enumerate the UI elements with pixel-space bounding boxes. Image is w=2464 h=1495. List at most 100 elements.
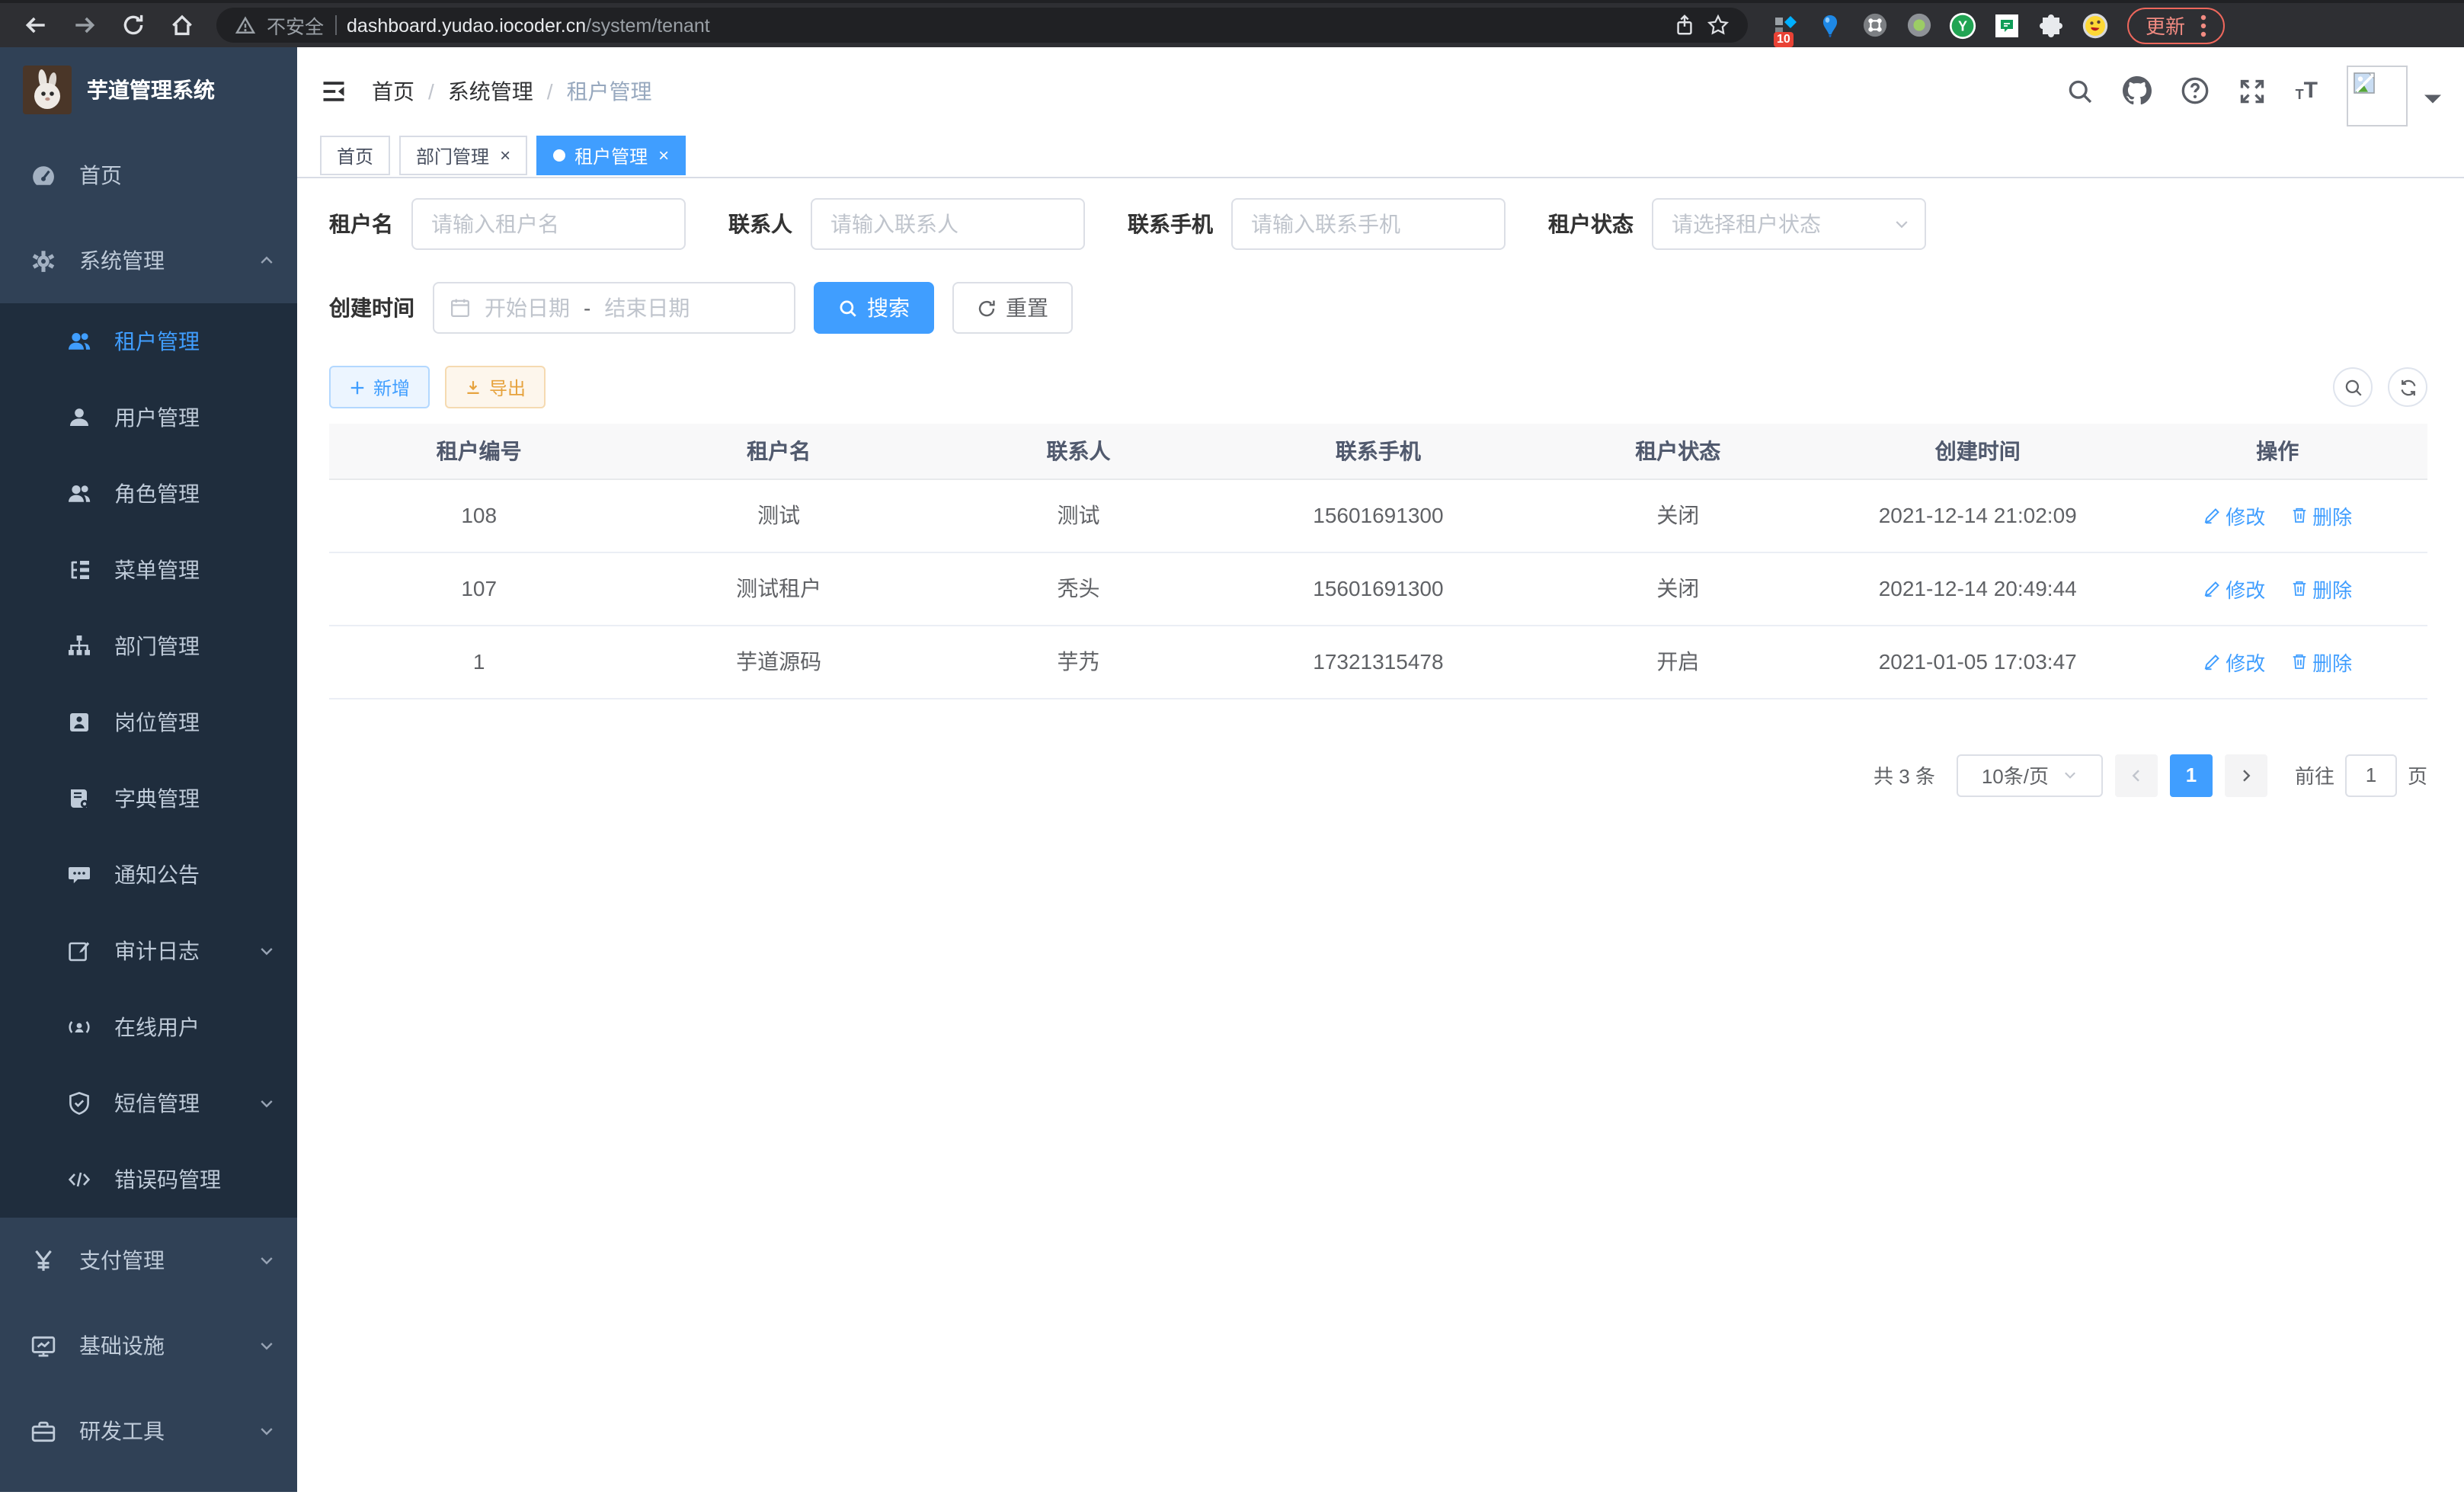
browser-home-icon[interactable] <box>162 5 201 45</box>
help-icon[interactable] <box>2181 76 2210 105</box>
reset-button[interactable]: 重置 <box>952 282 1073 334</box>
yen-icon <box>30 1247 56 1273</box>
edit-link[interactable]: 修改 <box>2203 647 2265 676</box>
extension-record-icon[interactable] <box>1905 11 1932 39</box>
close-icon[interactable]: × <box>500 146 510 165</box>
sidebar-item-label: 在线用户 <box>114 1012 276 1042</box>
chevron-down-icon <box>258 1094 276 1112</box>
breadcrumb-item-system[interactable]: 系统管理 <box>448 75 533 106</box>
tab-home[interactable]: 首页 <box>320 136 390 175</box>
tenant-name-label: 租户名 <box>329 209 393 239</box>
extension-puzzle-icon[interactable] <box>2037 11 2065 39</box>
avatar-caret-icon[interactable] <box>2424 92 2441 104</box>
navbar-actions: TT <box>2067 56 2441 126</box>
browser-update-button[interactable]: 更新 <box>2127 7 2225 43</box>
toggle-search-button[interactable] <box>2333 367 2373 407</box>
close-icon[interactable]: × <box>658 146 669 165</box>
mobile-input[interactable] <box>1231 198 1506 250</box>
tab-tenant[interactable]: 租户管理 × <box>536 136 686 175</box>
extension-chat-icon[interactable] <box>1993 11 2021 39</box>
sidebar-item-tenant[interactable]: 租户管理 <box>0 303 297 379</box>
col-actions: 操作 <box>2127 424 2427 479</box>
sidebar-item-post[interactable]: 岗位管理 <box>0 684 297 760</box>
dashboard-icon <box>30 162 56 188</box>
next-page-button[interactable] <box>2225 754 2267 796</box>
date-range-picker[interactable]: 开始日期 - 结束日期 <box>433 282 795 334</box>
tenant-name-input[interactable] <box>411 198 686 250</box>
cell-contact: 测试 <box>929 479 1228 552</box>
roles-icon <box>67 482 91 506</box>
not-secure-label[interactable]: 不安全 <box>267 11 324 40</box>
search-icon[interactable] <box>2067 77 2094 104</box>
sidebar-item-home[interactable]: 首页 <box>0 133 297 218</box>
prev-page-button[interactable] <box>2115 754 2158 796</box>
sidebar-item-sms[interactable]: 短信管理 <box>0 1065 297 1141</box>
font-size-icon[interactable]: TT <box>2296 79 2318 102</box>
sidebar-item-menu[interactable]: 菜单管理 <box>0 532 297 608</box>
delete-link[interactable]: 删除 <box>2290 574 2352 603</box>
share-icon[interactable] <box>1673 14 1696 37</box>
sidebar-item-dict[interactable]: 字典管理 <box>0 760 297 837</box>
fullscreen-icon[interactable] <box>2239 77 2267 104</box>
sidebar-item-system[interactable]: 系统管理 <box>0 218 297 303</box>
page-1-button[interactable]: 1 <box>2170 754 2213 796</box>
chevron-down-icon <box>1893 215 1911 233</box>
sidebar-item-error-code[interactable]: 错误码管理 <box>0 1141 297 1218</box>
sidebar-item-label: 租户管理 <box>114 326 276 357</box>
chevron-down-icon <box>258 1337 276 1355</box>
browser-back-icon[interactable] <box>15 5 55 45</box>
sidebar-item-label: 用户管理 <box>114 402 276 433</box>
goto-page-input[interactable] <box>2345 754 2397 796</box>
sidebar-item-label: 部门管理 <box>114 631 276 661</box>
avatar[interactable] <box>2347 65 2408 126</box>
svg-text:Y: Y <box>1958 18 1967 33</box>
contact-input[interactable] <box>811 198 1085 250</box>
extension-grid-icon[interactable]: 10 <box>1772 11 1800 39</box>
breadcrumb-item-home[interactable]: 首页 <box>372 75 414 106</box>
cell-mobile: 15601691300 <box>1228 479 1528 552</box>
browser-forward-icon[interactable] <box>64 5 104 45</box>
refresh-table-button[interactable] <box>2388 367 2427 407</box>
page-size-select[interactable]: 10条/页 <box>1957 754 2103 796</box>
update-label: 更新 <box>2146 11 2185 40</box>
site-url[interactable]: dashboard.yudao.iocoder.cn/system/tenant <box>347 14 710 36</box>
sidebar-item-notice[interactable]: 通知公告 <box>0 837 297 913</box>
sidebar-item-dev-tools[interactable]: 研发工具 <box>0 1388 297 1474</box>
bookmark-star-icon[interactable] <box>1707 14 1730 37</box>
export-button[interactable]: 导出 <box>445 366 546 408</box>
add-button[interactable]: 新增 <box>329 366 430 408</box>
search-button[interactable]: 搜索 <box>814 282 934 334</box>
security-warning-icon[interactable] <box>235 14 256 36</box>
delete-link[interactable]: 删除 <box>2290 501 2352 530</box>
edit-link[interactable]: 修改 <box>2203 501 2265 530</box>
status-select[interactable]: 请选择租户状态 <box>1652 198 1926 250</box>
extensions-row: 10 Y <box>1772 11 2109 39</box>
extension-y-icon[interactable]: Y <box>1949 11 1976 39</box>
sidebar-item-dept[interactable]: 部门管理 <box>0 608 297 684</box>
sidebar-item-infra[interactable]: 基础设施 <box>0 1303 297 1388</box>
badge-icon <box>67 710 91 735</box>
extension-balloon-icon[interactable] <box>1816 11 1844 39</box>
sidebar-item-pay[interactable]: 支付管理 <box>0 1218 297 1303</box>
user-icon <box>67 405 91 430</box>
delete-link[interactable]: 删除 <box>2290 647 2352 676</box>
sidebar-collapse-icon[interactable] <box>320 77 347 104</box>
cell-status: 开启 <box>1528 625 1828 698</box>
sidebar-item-role[interactable]: 角色管理 <box>0 456 297 532</box>
omnibox[interactable]: 不安全 dashboard.yudao.iocoder.cn/system/te… <box>216 8 1748 43</box>
sidebar-item-online-user[interactable]: 在线用户 <box>0 989 297 1065</box>
browser-reload-icon[interactable] <box>113 5 152 45</box>
sidebar-item-audit-log[interactable]: 审计日志 <box>0 913 297 989</box>
edit-link[interactable]: 修改 <box>2203 574 2265 603</box>
tab-dept[interactable]: 部门管理 × <box>399 136 527 175</box>
extension-command-icon[interactable] <box>1861 11 1888 39</box>
browser-menu-kebab-icon[interactable] <box>2200 13 2206 37</box>
sidebar-item-label: 研发工具 <box>79 1416 235 1446</box>
online-user-icon <box>67 1015 91 1039</box>
sidebar-item-user[interactable]: 用户管理 <box>0 379 297 456</box>
goto-label: 前往 <box>2295 760 2334 789</box>
extension-emoji-avatar[interactable] <box>2082 11 2109 39</box>
cell-tenant-id: 1 <box>329 625 629 698</box>
refresh-icon <box>977 298 997 318</box>
github-icon[interactable] <box>2123 76 2152 105</box>
